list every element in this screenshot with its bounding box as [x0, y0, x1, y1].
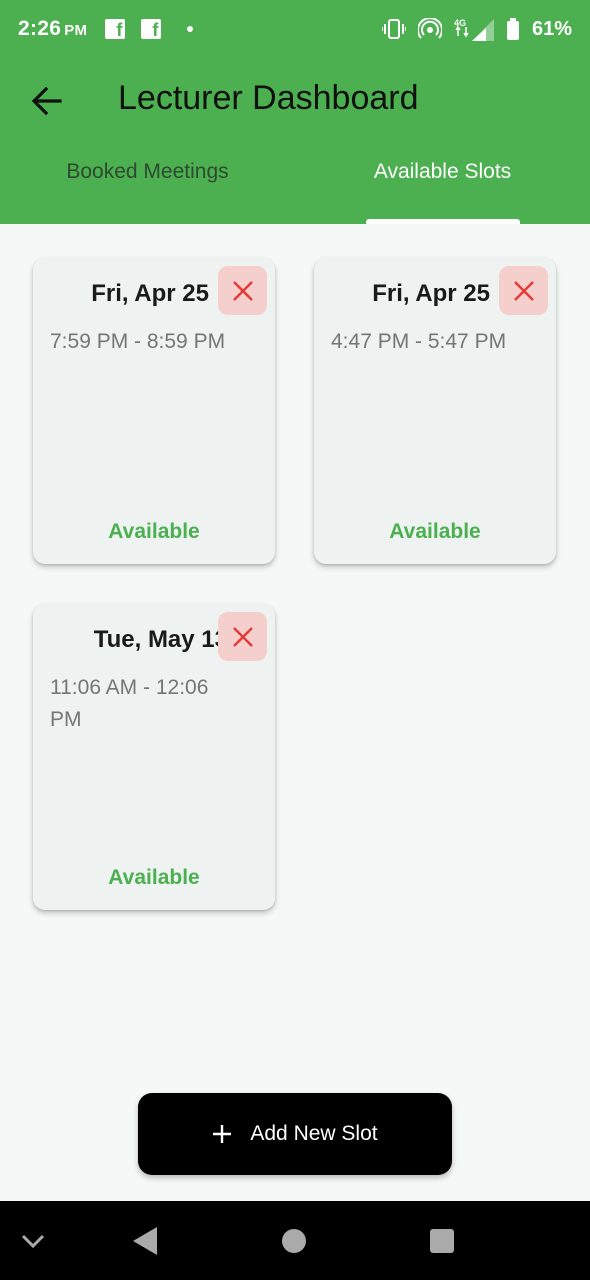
- svg-text:4G: 4G: [454, 18, 466, 28]
- slot-date: Tue, May 13: [93, 626, 228, 653]
- vibrate-icon: [381, 18, 406, 40]
- square-recents-icon: [430, 1228, 454, 1253]
- add-new-slot-label: Add New Slot: [250, 1122, 378, 1145]
- page-title: Lecturer Dashboard: [118, 79, 419, 117]
- tab-booked-meetings[interactable]: Booked Meetings: [0, 160, 295, 212]
- delete-slot-button[interactable]: [499, 266, 548, 315]
- nav-collapse-button[interactable]: [14, 1201, 52, 1280]
- close-icon: [232, 280, 253, 301]
- slot-time: 4:47 PM - 5:47 PM: [331, 330, 507, 353]
- status-time-value: 2:26: [18, 17, 62, 40]
- add-new-slot-button[interactable]: Add New Slot: [138, 1093, 452, 1175]
- slot-card[interactable]: Fri, Apr 25 7:59 PM - 8:59 PM Available: [33, 258, 275, 564]
- plus-icon: [213, 1125, 232, 1143]
- nav-back-button[interactable]: [126, 1201, 166, 1280]
- facebook-icon: f: [141, 19, 162, 39]
- slot-date: Fri, Apr 25: [91, 280, 209, 307]
- slot-time: 11:06 AM - 12:06 PM: [50, 676, 209, 731]
- tab-available-slots[interactable]: Available Slots: [295, 160, 590, 212]
- facebook-icon: f: [105, 19, 126, 39]
- status-bar: 2:26 PM f f 4G 61%: [0, 0, 590, 58]
- circle-home-icon: [282, 1228, 306, 1253]
- delete-slot-button[interactable]: [218, 612, 267, 661]
- chevron-down-icon: [21, 1234, 45, 1248]
- system-nav-bar: [0, 1201, 590, 1280]
- close-icon: [513, 280, 534, 301]
- triangle-back-icon: [133, 1226, 157, 1255]
- slot-card[interactable]: Fri, Apr 25 4:47 PM - 5:47 PM Available: [314, 258, 556, 564]
- tab-indicator: [366, 219, 520, 224]
- slot-date: Fri, Apr 25: [372, 280, 490, 307]
- dot-icon: [187, 26, 194, 32]
- slot-time: 7:59 PM - 8:59 PM: [50, 330, 226, 353]
- app-bar: Lecturer Dashboard Booked Meetings Avail…: [0, 58, 590, 224]
- hotspot-icon: [417, 18, 442, 40]
- delete-slot-button[interactable]: [218, 266, 267, 315]
- signal-4g-icon: 4G: [454, 17, 494, 41]
- status-icons: 4G 61%: [381, 17, 572, 41]
- close-icon: [232, 626, 253, 647]
- arrow-left-icon: [31, 86, 62, 116]
- battery-icon: [506, 18, 520, 40]
- battery-level: 61%: [531, 17, 572, 40]
- nav-home-button[interactable]: [274, 1201, 314, 1280]
- slot-status: Available: [108, 866, 200, 889]
- slot-card[interactable]: Tue, May 13 11:06 AM - 12:06 PM Availabl…: [33, 604, 275, 910]
- nav-recents-button[interactable]: [422, 1201, 462, 1280]
- slot-status: Available: [389, 520, 481, 543]
- status-ampm: PM: [64, 22, 88, 39]
- back-button[interactable]: [30, 84, 64, 118]
- status-time: 2:26 PM: [18, 17, 87, 41]
- slot-status: Available: [108, 520, 200, 543]
